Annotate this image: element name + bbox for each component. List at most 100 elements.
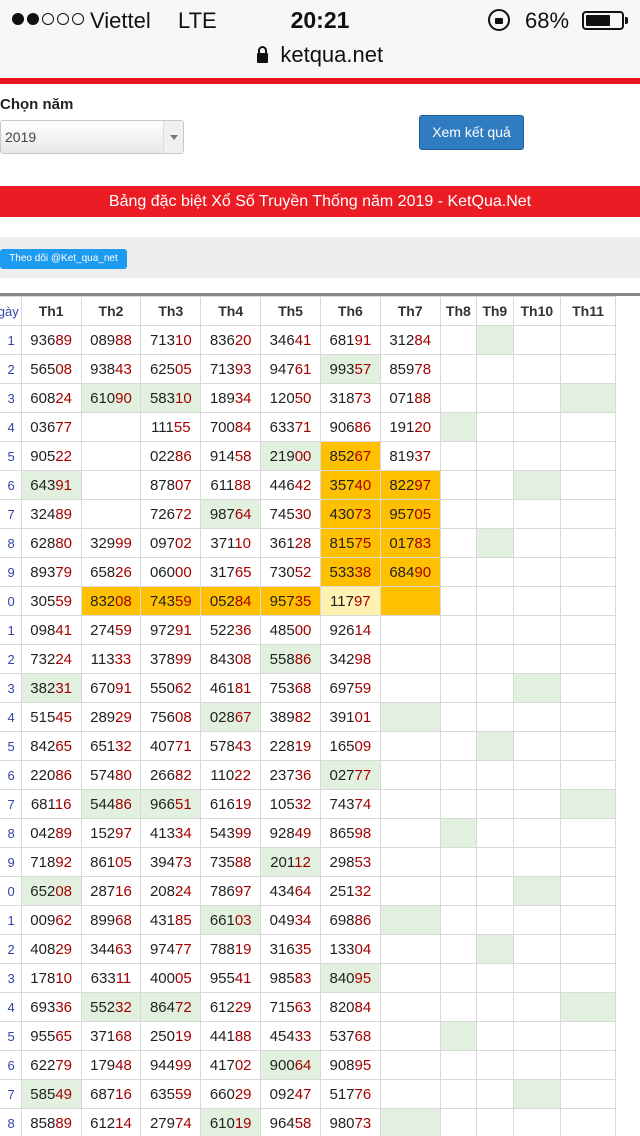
result-cell <box>439 905 478 935</box>
result-cell: 64391 <box>20 470 82 500</box>
table-row: 4 69336 55232 86472 61229 71563 82084 <box>0 992 616 1022</box>
result-cell: 41702 <box>200 1050 262 1080</box>
result-cell: 54399 <box>200 818 262 848</box>
row-day: 1 <box>0 905 22 935</box>
table-row: 5 95565 37168 25019 44188 45433 53768 <box>0 1021 616 1051</box>
row-day: 8 <box>0 818 22 848</box>
row-day: 0 <box>0 876 22 906</box>
result-cell: 12050 <box>260 383 321 413</box>
result-cell: 37110 <box>200 528 262 558</box>
result-cell <box>560 876 616 906</box>
result-cell: 40771 <box>140 731 202 761</box>
rotation-lock-icon <box>488 9 510 31</box>
view-results-button[interactable]: Xem kết quả <box>419 115 524 150</box>
result-cell: 68490 <box>379 557 441 587</box>
result-cell <box>512 557 562 587</box>
result-cell: 95705 <box>379 499 441 529</box>
result-cell: 39473 <box>140 847 202 877</box>
row-day: 3 <box>0 383 22 413</box>
result-cell <box>560 354 616 384</box>
result-cell <box>476 1079 514 1109</box>
result-cell <box>560 818 616 848</box>
result-cell <box>560 557 616 587</box>
result-cell <box>476 992 514 1022</box>
result-cell <box>379 963 441 993</box>
result-cell <box>439 934 478 964</box>
result-cell <box>560 905 616 935</box>
result-cell <box>80 499 142 529</box>
result-cell: 71310 <box>140 325 202 355</box>
address-bar[interactable]: ketqua.net <box>0 40 640 78</box>
table-row: 8 62880 32999 09702 37110 36128 81575 01783 <box>0 528 616 558</box>
table-row: 2 56508 93843 62505 71393 94761 99357 85978 <box>0 354 616 384</box>
result-cell: 74374 <box>319 789 381 819</box>
result-cell: 11022 <box>200 760 262 790</box>
row-day: 5 <box>0 731 22 761</box>
row-day: 2 <box>0 354 22 384</box>
result-cell: 95735 <box>260 586 321 616</box>
result-cell: 23736 <box>260 760 321 790</box>
result-cell <box>560 325 616 355</box>
table-row: 7 58549 68716 63559 66029 09247 51776 <box>0 1079 616 1109</box>
result-cell: 61090 <box>80 383 142 413</box>
result-cell: 09702 <box>140 528 202 558</box>
column-header-th7: Th7 <box>379 296 441 326</box>
result-cell: 27974 <box>140 1108 202 1136</box>
result-cell: 93689 <box>20 325 82 355</box>
column-header-th5: Th5 <box>260 296 321 326</box>
result-cell: 68116 <box>20 789 82 819</box>
result-cell <box>560 702 616 732</box>
year-select[interactable]: 2019 <box>0 120 184 154</box>
result-cell: 48500 <box>260 615 321 645</box>
result-cell <box>512 470 562 500</box>
result-cell: 90686 <box>319 412 381 442</box>
result-cell: 11155 <box>140 412 202 442</box>
result-cell <box>379 615 441 645</box>
result-cell <box>439 470 478 500</box>
result-cell <box>560 934 616 964</box>
result-cell <box>379 1021 441 1051</box>
result-cell <box>560 1021 616 1051</box>
result-cell <box>439 1079 478 1109</box>
table-row: 8 85889 61214 27974 61019 96458 98073 <box>0 1108 616 1136</box>
result-cell <box>379 702 441 732</box>
year-select-value: 2019 <box>5 129 37 145</box>
result-cell: 38231 <box>20 673 82 703</box>
result-cell <box>439 963 478 993</box>
result-cell <box>512 876 562 906</box>
row-day: 2 <box>0 934 22 964</box>
result-cell <box>560 1108 616 1136</box>
result-cell: 75608 <box>140 702 202 732</box>
result-cell: 92849 <box>260 818 321 848</box>
table-row: 3 60824 61090 58310 18934 12050 31873 07188 <box>0 383 616 413</box>
table-row: 5 90522 02286 91458 21900 85267 81937 <box>0 441 616 471</box>
result-cell <box>476 441 514 471</box>
row-day: 7 <box>0 1079 22 1109</box>
top-red-strip <box>0 78 640 84</box>
result-cell: 65826 <box>80 557 142 587</box>
result-cell <box>476 905 514 935</box>
row-day: 4 <box>0 412 22 442</box>
result-cell <box>439 528 478 558</box>
result-cell: 31873 <box>319 383 381 413</box>
result-cell: 97291 <box>140 615 202 645</box>
result-cell: 30559 <box>20 586 82 616</box>
result-cell: 94761 <box>260 354 321 384</box>
result-cell: 73224 <box>20 644 82 674</box>
url-text: ketqua.net <box>280 42 384 67</box>
result-cell: 35740 <box>319 470 381 500</box>
twitter-follow-button[interactable]: Theo dõi @Ket_qua_net <box>0 249 127 269</box>
result-cell <box>512 441 562 471</box>
result-cell <box>379 731 441 761</box>
table-row: 0 30559 83208 74359 05284 95735 11797 <box>0 586 616 616</box>
result-cell <box>560 470 616 500</box>
result-cell <box>560 963 616 993</box>
result-cell: 71563 <box>260 992 321 1022</box>
column-header-day: ngày <box>0 296 22 326</box>
result-cell: 52236 <box>200 615 262 645</box>
result-cell: 82297 <box>379 470 441 500</box>
result-cell <box>560 1050 616 1080</box>
result-cell: 66103 <box>200 905 262 935</box>
result-cell: 90064 <box>260 1050 321 1080</box>
result-cell <box>379 789 441 819</box>
